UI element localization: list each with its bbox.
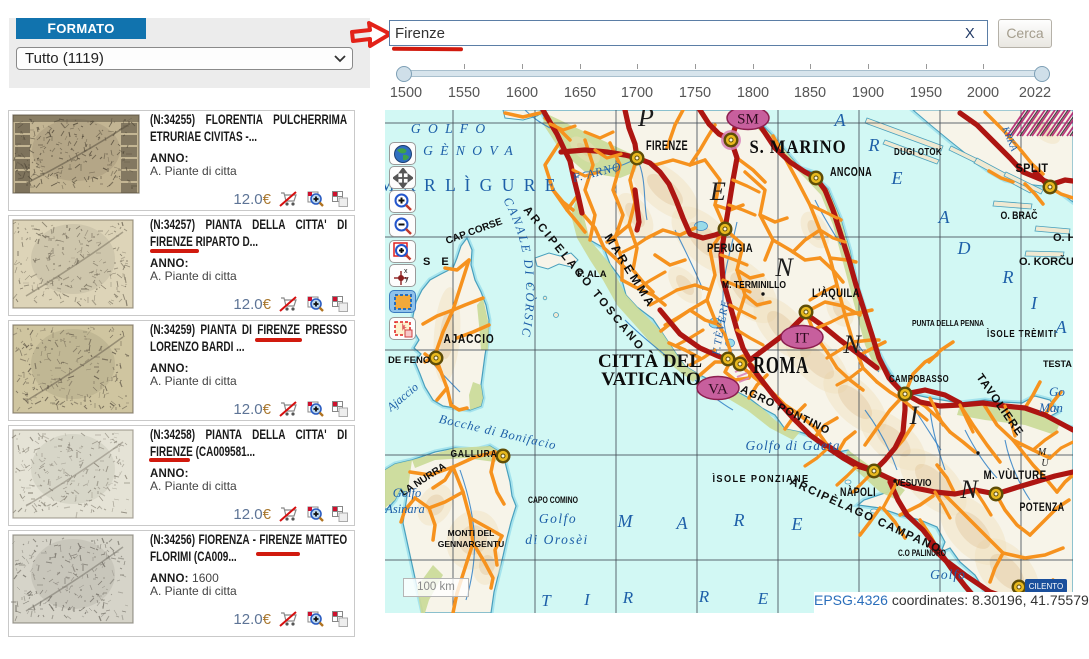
svg-text:E: E (709, 177, 726, 206)
svg-text:R: R (1002, 267, 1014, 287)
svg-text:E: E (791, 514, 803, 534)
svg-text:CILENTO: CILENTO (1029, 582, 1064, 591)
svg-text:A: A (676, 513, 689, 533)
svg-text:ÌSOLE TRÈMITI: ÌSOLE TRÈMITI (986, 327, 1057, 340)
svg-text:di Orosèi: di Orosèi (525, 532, 589, 547)
svg-text:U: U (1041, 458, 1049, 469)
svg-text:E: E (757, 589, 769, 608)
svg-text:y: y (405, 276, 409, 283)
svg-text:S. MARINO: S. MARINO (750, 137, 847, 158)
svg-text:R: R (698, 587, 710, 606)
svg-text:FIRENZE: FIRENZE (646, 138, 688, 153)
svg-text:Golfo: Golfo (930, 567, 966, 582)
svg-text:VESUVIO: VESUVIO (895, 478, 932, 489)
svg-text:M. VÙLTURE: M. VÙLTURE (984, 469, 1047, 482)
svg-text:ROMA: ROMA (753, 353, 809, 379)
svg-text:CAMPOBASSO: CAMPOBASSO (889, 373, 949, 385)
svg-text:GALLURA: GALLURA (451, 449, 498, 460)
svg-text:VATICANO: VATICANO (601, 369, 701, 390)
svg-text:M: M (617, 511, 634, 531)
svg-text:E: E (891, 168, 903, 188)
svg-text:N: N (959, 475, 979, 504)
svg-text:T: T (541, 591, 552, 610)
svg-text:Man: Man (1038, 400, 1063, 415)
svg-text:N: N (774, 253, 794, 282)
svg-text:Go: Go (1049, 384, 1065, 399)
svg-text:I: I (909, 401, 920, 430)
svg-text:PERUGIA: PERUGIA (707, 241, 753, 255)
svg-text:S E: S E (423, 256, 453, 268)
svg-text:Golfo di Gaeta: Golfo di Gaeta (746, 438, 841, 453)
svg-text:R: R (868, 135, 880, 155)
svg-text:GENNARGENTU: GENNARGENTU (438, 539, 505, 549)
svg-text:PUNTA DELLA PENNA: PUNTA DELLA PENNA (912, 318, 984, 328)
svg-text:POTENZA: POTENZA (1020, 502, 1065, 514)
svg-text:DE FENO: DE FENO (388, 355, 430, 366)
svg-text:M: M (1037, 447, 1047, 458)
svg-text:G O L F O: G O L F O (411, 121, 487, 136)
svg-text:SPLIT: SPLIT (1016, 161, 1049, 175)
svg-text:R: R (622, 588, 634, 607)
svg-text:L'ÀQUILA: L'ÀQUILA (812, 285, 860, 300)
svg-text:DUGI OTOK: DUGI OTOK (894, 146, 942, 158)
svg-text:CAPO COMINO: CAPO COMINO (528, 495, 578, 505)
svg-text:VA: VA (708, 382, 728, 398)
svg-text:A: A (938, 207, 951, 227)
svg-text:NÀPOLI: NÀPOLI (840, 486, 876, 499)
svg-text:ANCONA: ANCONA (830, 165, 872, 179)
svg-text:SM: SM (737, 112, 759, 128)
svg-text:O. HV: O. HV (1053, 232, 1073, 244)
svg-text:D: D (957, 238, 971, 258)
svg-text:O. BRAČ: O. BRAČ (1001, 209, 1038, 222)
svg-text:A: A (1055, 317, 1068, 337)
svg-text:O. KORČUL: O. KORČUL (1019, 255, 1073, 268)
svg-text:MONTI DEL: MONTI DEL (448, 528, 495, 538)
svg-text:N: N (842, 330, 862, 359)
svg-text:x: x (404, 268, 408, 275)
svg-text:AJACCIO: AJACCIO (444, 332, 495, 346)
svg-text:TESTA I: TESTA I (1043, 359, 1073, 369)
svg-text:Golfo: Golfo (393, 486, 421, 500)
svg-text:I: I (1030, 293, 1038, 313)
svg-text:A: A (834, 110, 847, 130)
svg-text:IT: IT (795, 331, 809, 347)
svg-text:Golfo: Golfo (539, 511, 577, 526)
svg-text:P: P (637, 110, 654, 132)
svg-text:Asinara: Asinara (385, 502, 425, 516)
svg-text:R: R (733, 510, 745, 530)
svg-text:G È N O V A: G È N O V A (423, 143, 515, 158)
